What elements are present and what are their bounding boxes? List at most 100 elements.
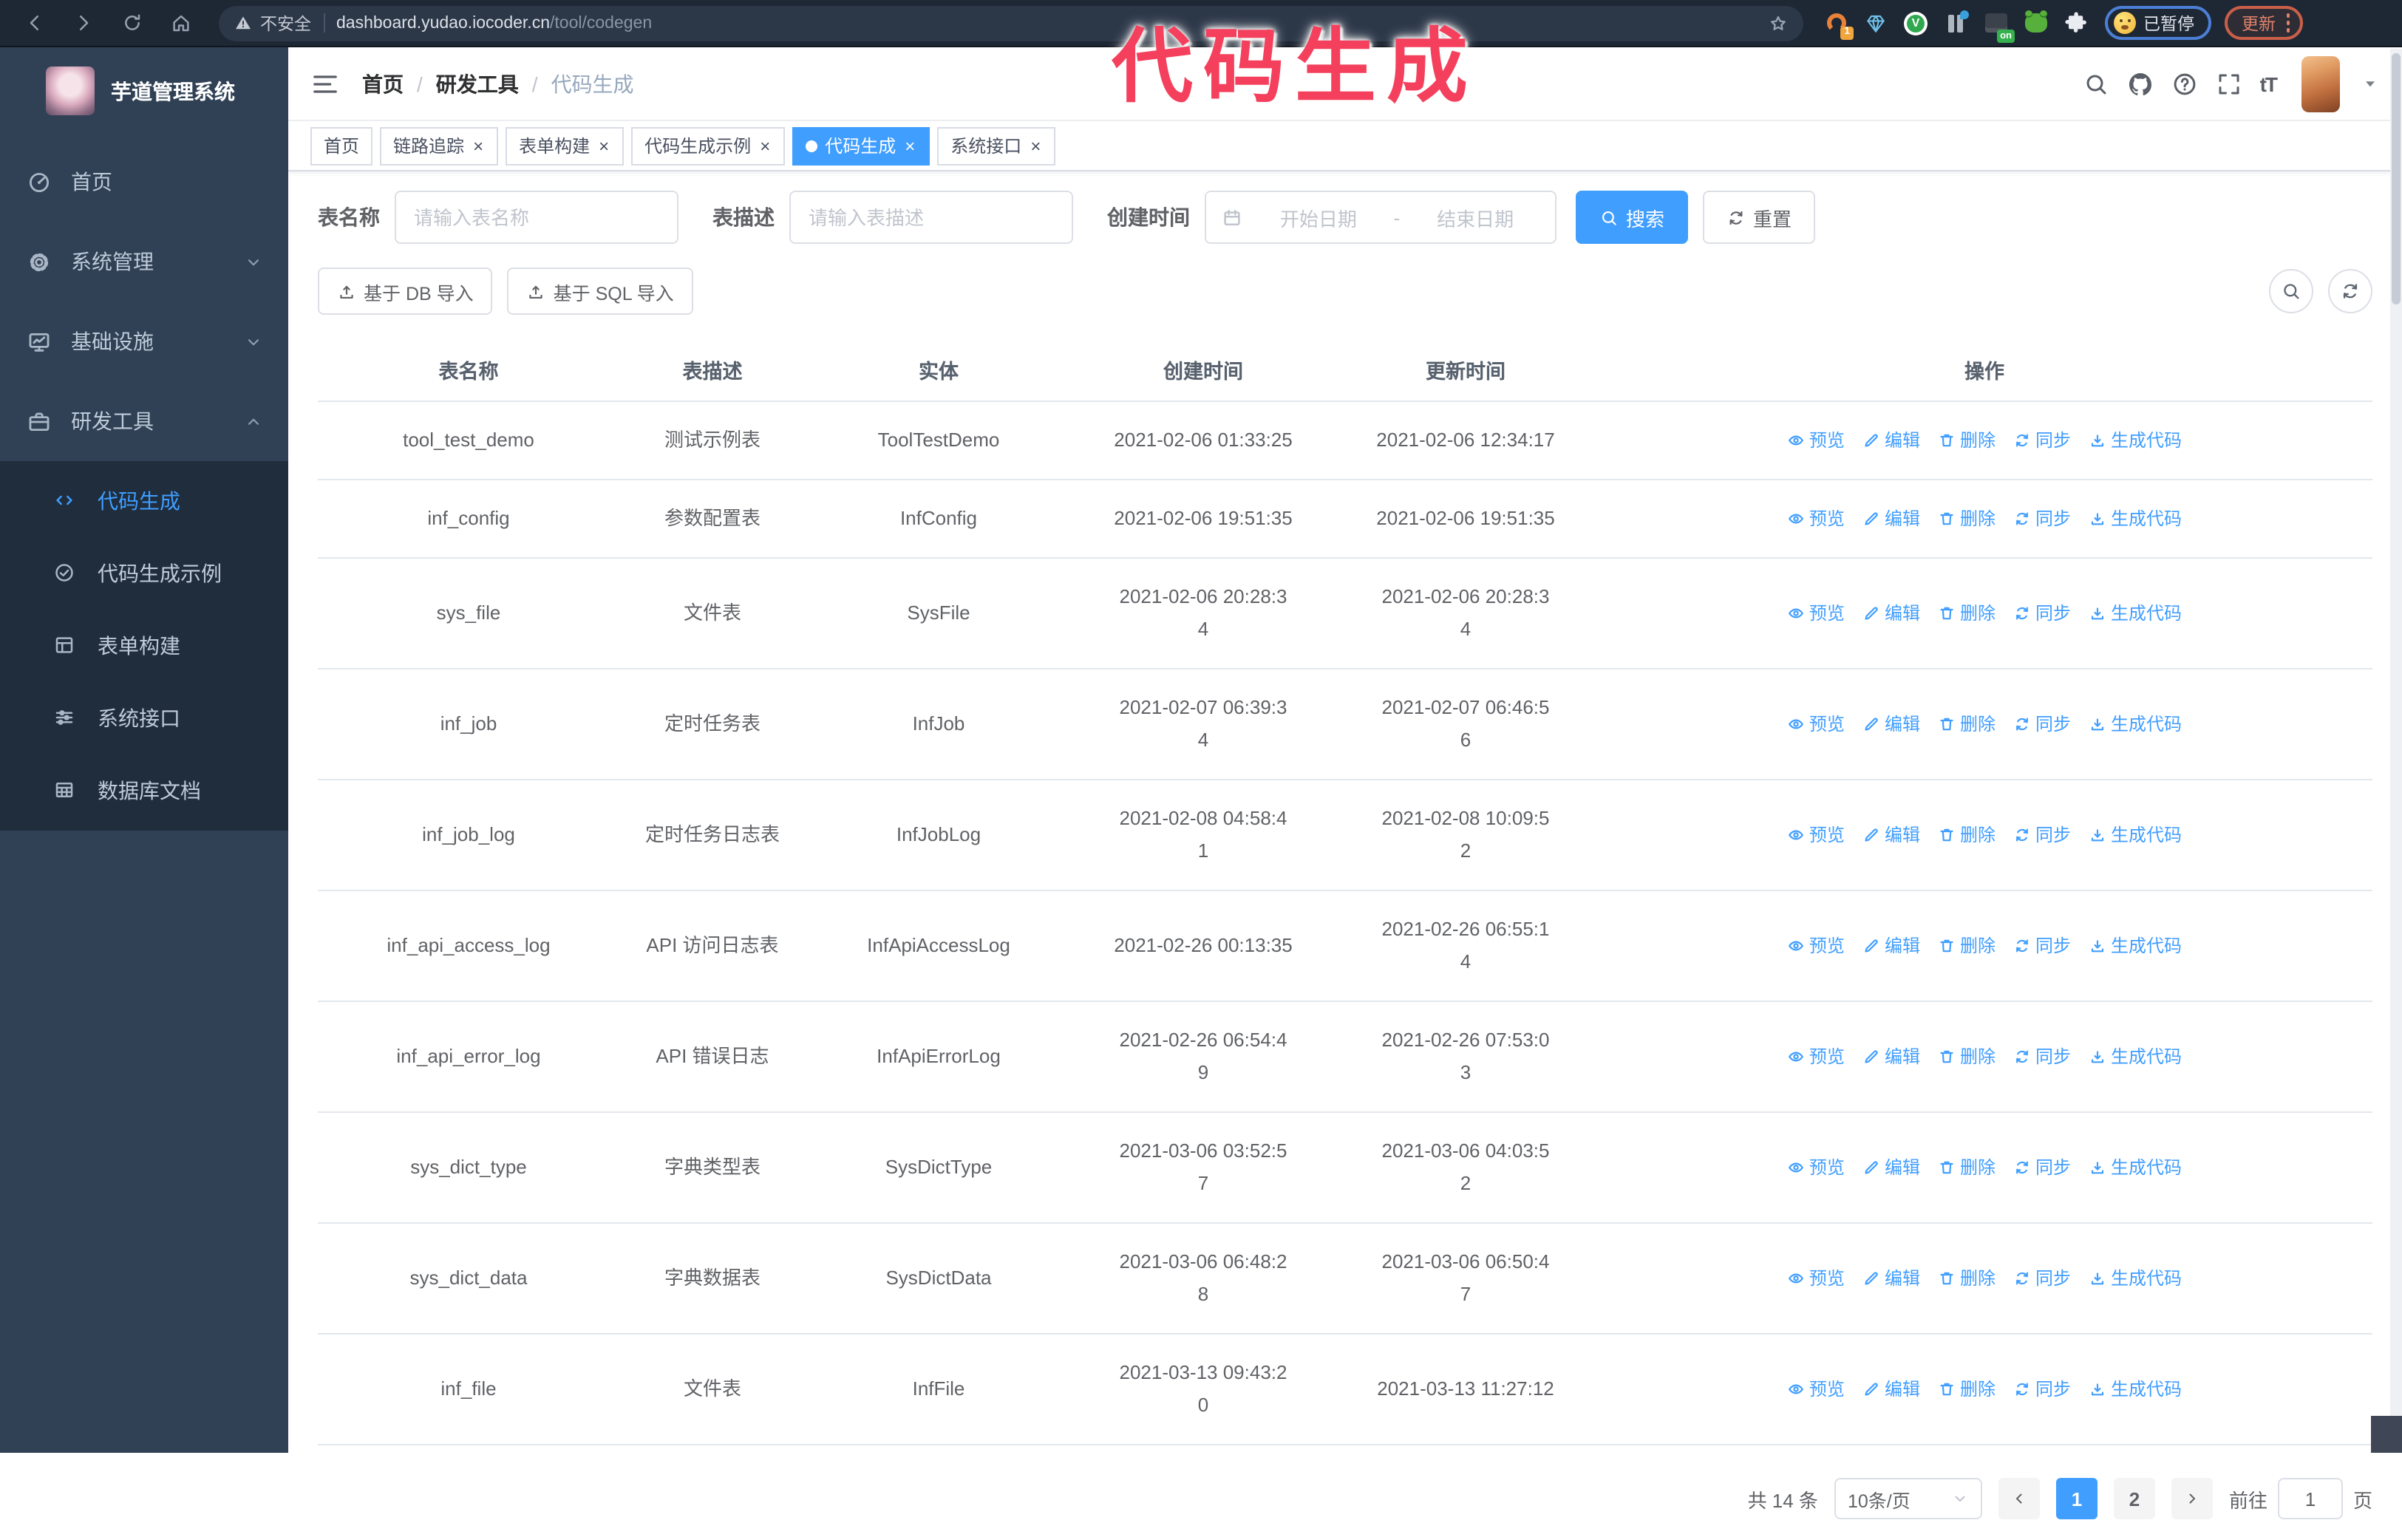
row-action-link[interactable]: 生成代码 <box>2089 930 2182 962</box>
page-number-button[interactable]: 1 <box>2055 1478 2098 1519</box>
sidebar-menu-item[interactable]: 基础设施 <box>0 301 288 381</box>
extension-switch-icon[interactable]: on <box>1982 10 2015 42</box>
row-action-link[interactable]: 预览 <box>1787 1262 1845 1295</box>
row-action-link[interactable]: 生成代码 <box>2089 819 2182 851</box>
address-bar[interactable]: 不安全 dashboard.yudao.iocoder.cn/tool/code… <box>219 5 1803 41</box>
tab-tag[interactable]: 代码生成 × <box>792 126 930 165</box>
row-action-link[interactable]: 删除 <box>1938 708 1996 740</box>
row-action-link[interactable]: 编辑 <box>1862 1151 1920 1184</box>
search-icon[interactable] <box>2083 70 2109 97</box>
tab-tag[interactable]: 表单构建 × <box>506 126 625 165</box>
row-action-link[interactable]: 同步 <box>2013 1151 2071 1184</box>
row-action-link[interactable]: 同步 <box>2013 1040 2071 1073</box>
row-action-link[interactable]: 预览 <box>1787 597 1845 630</box>
help-icon[interactable] <box>2171 70 2198 97</box>
page-size-select[interactable]: 10条/页 <box>1834 1478 1982 1519</box>
row-action-link[interactable]: 预览 <box>1787 502 1845 535</box>
row-action-link[interactable]: 生成代码 <box>2089 708 2182 740</box>
row-action-link[interactable]: 生成代码 <box>2089 1151 2182 1184</box>
sidebar-menu-item[interactable]: 首页 <box>0 142 288 222</box>
breadcrumb-item[interactable]: 研发工具 <box>436 69 519 98</box>
date-range-picker[interactable]: 开始日期 - 结束日期 <box>1205 191 1556 244</box>
sidebar-submenu-item[interactable]: 代码生成 <box>0 464 288 536</box>
row-action-link[interactable]: 同步 <box>2013 1373 2071 1406</box>
close-icon[interactable]: × <box>472 137 485 154</box>
close-icon[interactable]: × <box>1029 137 1042 154</box>
row-action-link[interactable]: 同步 <box>2013 930 2071 962</box>
import-sql-button[interactable]: 基于 SQL 导入 <box>507 268 693 315</box>
github-icon[interactable] <box>2127 70 2154 97</box>
browser-home-button[interactable] <box>161 4 200 42</box>
row-action-link[interactable]: 同步 <box>2013 819 2071 851</box>
row-action-link[interactable]: 预览 <box>1787 1040 1845 1073</box>
close-icon[interactable]: × <box>597 137 610 154</box>
font-size-icon[interactable]: tT <box>2260 72 2278 95</box>
extension-ring-icon[interactable]: 1 <box>1823 10 1854 39</box>
row-action-link[interactable]: 编辑 <box>1862 1262 1920 1295</box>
close-icon[interactable]: × <box>903 137 916 154</box>
tab-tag[interactable]: 代码生成示例 × <box>631 126 786 165</box>
row-action-link[interactable]: 编辑 <box>1862 424 1920 457</box>
extension-check-icon[interactable]: V <box>1902 10 1929 36</box>
sidebar-submenu-item[interactable]: 数据库文档 <box>0 754 288 826</box>
row-action-link[interactable]: 生成代码 <box>2089 1373 2182 1406</box>
row-action-link[interactable]: 编辑 <box>1862 1040 1920 1073</box>
browser-forward-button[interactable] <box>64 4 102 42</box>
row-action-link[interactable]: 预览 <box>1787 1373 1845 1406</box>
prev-page-button[interactable] <box>1998 1478 2040 1519</box>
row-action-link[interactable]: 生成代码 <box>2089 1262 2182 1295</box>
row-action-link[interactable]: 删除 <box>1938 930 1996 962</box>
hamburger-icon[interactable] <box>310 69 340 98</box>
row-action-link[interactable]: 预览 <box>1787 424 1845 457</box>
row-action-link[interactable]: 编辑 <box>1862 597 1920 630</box>
tab-tag[interactable]: 链路追踪 × <box>380 126 499 165</box>
row-action-link[interactable]: 同步 <box>2013 424 2071 457</box>
row-action-link[interactable]: 同步 <box>2013 708 2071 740</box>
row-action-link[interactable]: 删除 <box>1938 502 1996 535</box>
row-action-link[interactable]: 编辑 <box>1862 1373 1920 1406</box>
extension-columns-icon[interactable] <box>1942 10 1969 36</box>
row-action-link[interactable]: 生成代码 <box>2089 424 2182 457</box>
row-action-link[interactable]: 预览 <box>1787 819 1845 851</box>
fullscreen-icon[interactable] <box>2216 70 2242 97</box>
browser-reload-button[interactable] <box>112 4 151 42</box>
refresh-table-button[interactable] <box>2328 269 2372 313</box>
row-action-link[interactable]: 同步 <box>2013 502 2071 535</box>
page-scrollbar[interactable] <box>2390 49 2402 1453</box>
search-button[interactable]: 搜索 <box>1576 191 1689 244</box>
row-action-link[interactable]: 删除 <box>1938 1262 1996 1295</box>
profile-paused-pill[interactable]: 已暂停 <box>2105 6 2211 40</box>
user-avatar[interactable] <box>2301 55 2340 112</box>
row-action-link[interactable]: 同步 <box>2013 1262 2071 1295</box>
row-action-link[interactable]: 生成代码 <box>2089 1040 2182 1073</box>
extension-frog-icon[interactable] <box>2022 10 2049 36</box>
row-action-link[interactable]: 编辑 <box>1862 819 1920 851</box>
row-action-link[interactable]: 删除 <box>1938 597 1996 630</box>
tab-tag[interactable]: 首页 <box>310 126 373 165</box>
extension-gem-icon[interactable] <box>1862 10 1889 36</box>
row-action-link[interactable]: 同步 <box>2013 597 2071 630</box>
row-action-link[interactable]: 生成代码 <box>2089 502 2182 535</box>
row-action-link[interactable]: 编辑 <box>1862 708 1920 740</box>
tab-tag[interactable]: 系统接口 × <box>937 126 1056 165</box>
extensions-puzzle-icon[interactable] <box>2062 10 2089 36</box>
row-action-link[interactable]: 删除 <box>1938 1151 1996 1184</box>
row-action-link[interactable]: 删除 <box>1938 819 1996 851</box>
bookmark-star-icon[interactable] <box>1768 13 1789 33</box>
goto-page-input[interactable] <box>2277 1478 2343 1519</box>
avatar-caret-down-icon[interactable] <box>2361 74 2380 93</box>
row-action-link[interactable]: 编辑 <box>1862 502 1920 535</box>
row-action-link[interactable]: 编辑 <box>1862 930 1920 962</box>
reset-button[interactable]: 重置 <box>1703 191 1816 244</box>
security-warning-label[interactable]: 不安全 <box>260 11 311 35</box>
import-db-button[interactable]: 基于 DB 导入 <box>318 268 493 315</box>
row-action-link[interactable]: 删除 <box>1938 1373 1996 1406</box>
sidebar-menu-item[interactable]: 研发工具 <box>0 381 288 461</box>
table-desc-input[interactable] <box>789 191 1073 244</box>
table-name-input[interactable] <box>395 191 678 244</box>
scrollbar-thumb[interactable] <box>2392 53 2401 304</box>
row-action-link[interactable]: 删除 <box>1938 1040 1996 1073</box>
row-action-link[interactable]: 预览 <box>1787 930 1845 962</box>
row-action-link[interactable]: 预览 <box>1787 708 1845 740</box>
sidebar-menu-item[interactable]: 系统管理 <box>0 222 288 301</box>
